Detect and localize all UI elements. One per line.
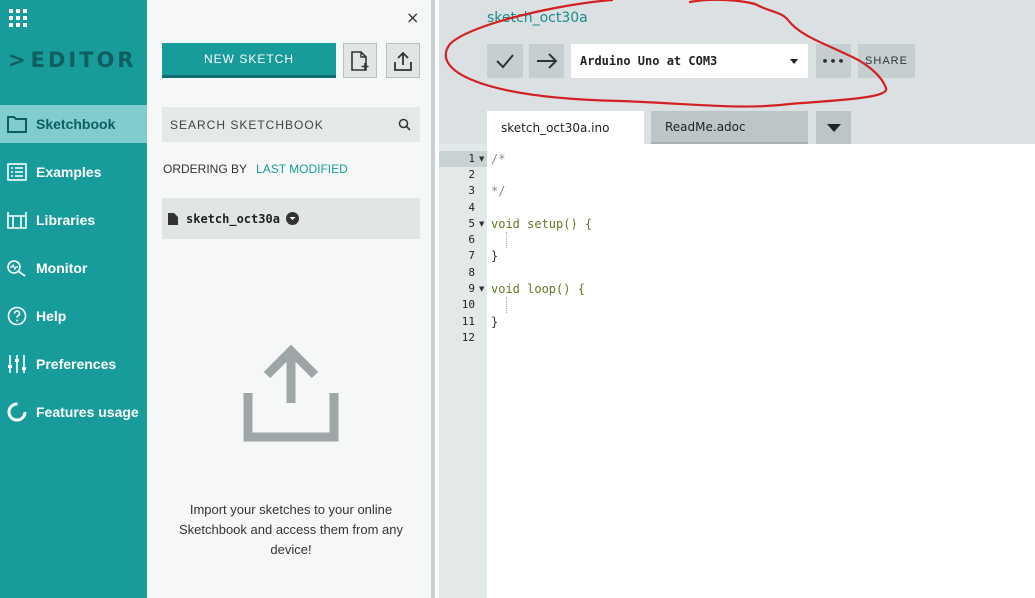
line-number: 8 (468, 266, 475, 279)
line-number: 7 (468, 249, 475, 262)
folder-icon (7, 114, 27, 134)
more-options-button[interactable]: ••• (816, 44, 851, 78)
nav-item-label: Sketchbook (36, 116, 116, 132)
sketch-name: sketch_oct30a (186, 211, 280, 226)
line-number: 11 (461, 315, 475, 328)
nav-item-label: Examples (36, 164, 102, 180)
close-icon[interactable]: × (406, 8, 419, 27)
nav-item-preferences[interactable]: Preferences (0, 345, 147, 383)
code-line: */ (491, 184, 506, 198)
line-number: 2 (468, 168, 475, 181)
nav-item-sketchbook[interactable]: Sketchbook (0, 105, 147, 143)
sliders-icon (7, 354, 27, 374)
chevron-down-icon (826, 123, 841, 132)
fold-arrow-icon[interactable]: ▼ (479, 216, 484, 232)
code-line: void loop() { (491, 282, 585, 296)
list-icon (7, 162, 27, 182)
chevron-down-icon (790, 59, 798, 64)
arrow-right-icon (536, 53, 557, 69)
code-editor[interactable]: /* */ void setup() { } void loop() { } (487, 144, 1035, 598)
brand-label: EDITOR (30, 48, 137, 72)
tab-label: ReadMe.adoc (665, 119, 746, 134)
sketch-list-item[interactable]: sketch_oct30a (162, 198, 420, 239)
tab-sketch-ino[interactable]: sketch_oct30a.ino (487, 111, 644, 144)
nav-item-monitor[interactable]: Monitor (0, 249, 147, 287)
nav-item-features-usage[interactable]: Features usage (0, 393, 147, 431)
board-label: Arduino Uno at COM3 (580, 54, 718, 68)
monitor-icon (7, 258, 27, 278)
nav-item-label: Preferences (36, 356, 117, 372)
fold-arrow-icon[interactable]: ▼ (479, 281, 484, 297)
tab-label: sketch_oct30a.ino (501, 120, 610, 135)
board-selector[interactable]: Arduino Uno at COM3 (571, 44, 808, 78)
upload-sketch-button[interactable] (529, 44, 564, 78)
upload-illustration-icon (243, 345, 339, 442)
new-file-icon (351, 50, 369, 71)
help-icon (7, 306, 27, 326)
code-line: } (491, 315, 499, 329)
import-sketches-text: Import your sketches to your online Sket… (178, 502, 403, 557)
ordering-value-link[interactable]: LAST MODIFIED (256, 162, 348, 176)
new-file-button[interactable] (343, 43, 377, 78)
apps-grid-icon[interactable] (9, 9, 27, 27)
checkmark-icon (496, 54, 514, 69)
search-input[interactable] (170, 117, 390, 132)
line-number-gutter: 1 ▼ 2 3 4 5 ▼ 6 7 8 9 ▼ 10 11 12 (439, 144, 487, 598)
line-number: 5 (468, 217, 475, 230)
search-sketchbook (162, 107, 420, 142)
code-line: } (491, 249, 499, 263)
libraries-icon (7, 210, 27, 230)
line-number: 6 (468, 233, 475, 246)
file-icon (168, 212, 178, 225)
left-nav: >EDITOR Sketchbook Examples Libraries Mo… (0, 0, 147, 598)
nav-item-libraries[interactable]: Libraries (0, 201, 147, 239)
indent-guide (506, 297, 507, 313)
editor-brand: >EDITOR (8, 48, 137, 72)
sketch-title[interactable]: sketch_oct30a (487, 10, 588, 26)
code-line: /* (491, 152, 506, 166)
tab-readme[interactable]: ReadMe.adoc (651, 111, 808, 144)
nav-item-label: Features usage (36, 404, 139, 420)
nav-item-label: Libraries (36, 212, 96, 228)
new-sketch-button[interactable]: NEW SKETCH (162, 43, 336, 78)
line-number: 9 (468, 282, 475, 295)
nav-item-label: Help (36, 308, 67, 324)
line-number: 3 (468, 184, 475, 197)
line-number: 4 (468, 201, 475, 214)
fold-arrow-icon[interactable]: ▼ (479, 151, 484, 167)
ordering-row: ORDERING BY LAST MODIFIED (163, 162, 348, 176)
line-number: 12 (461, 331, 475, 344)
ordering-label: ORDERING BY (163, 162, 248, 176)
verify-button[interactable] (487, 44, 523, 78)
nav-item-label: Monitor (36, 260, 88, 276)
indent-guide (506, 232, 507, 248)
editor-area: sketch_oct30a Arduino Uno at COM3 ••• SH… (439, 0, 1035, 598)
share-button[interactable]: SHARE (858, 44, 915, 78)
tab-menu-button[interactable] (816, 111, 851, 144)
pie-icon (7, 402, 27, 422)
sketchbook-panel: × NEW SKETCH ORDERING BY LAST MODIFIED sk… (147, 0, 435, 598)
search-icon[interactable] (398, 118, 411, 131)
brand-chevron-icon: > (8, 48, 29, 72)
upload-icon (394, 51, 412, 71)
line-number: 10 (461, 298, 475, 311)
code-line: void setup() { (491, 217, 593, 231)
upload-button[interactable] (386, 43, 420, 78)
chevron-down-icon[interactable] (285, 212, 299, 225)
nav-item-examples[interactable]: Examples (0, 153, 147, 191)
nav-item-help[interactable]: Help (0, 297, 147, 335)
